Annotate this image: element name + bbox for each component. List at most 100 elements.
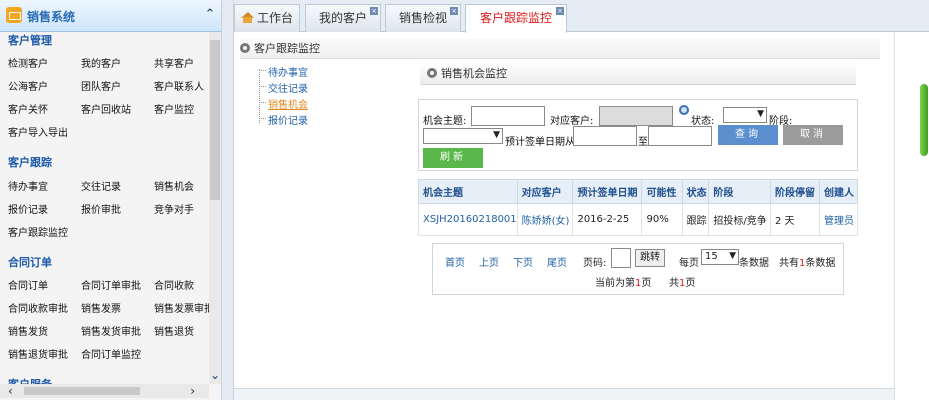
tab-my-customer[interactable]: 我的客户 × [305,4,381,32]
sidebar-item-recycle[interactable]: 客户回收站 [81,101,131,116]
sidebar-header: 销售系统 ⌃ [0,0,221,32]
tree-tick [259,118,266,119]
cell-topic-link[interactable]: XSJH20160218001 [418,203,518,236]
per-page-select[interactable]: 15 ▼ [701,249,739,265]
sidebar-item-tracking-monitor[interactable]: 客户跟踪监控 [8,224,68,239]
sidebar-item-invoice-approval[interactable]: 销售发票审批 [154,300,209,315]
tree-item-todo[interactable]: 待办事宜 [268,64,308,79]
sidebar-item-sales-opportunity[interactable]: 销售机会 [154,178,194,193]
col-stage-days: 阶段停留 [769,179,821,204]
col-expected-date: 预计签单日期 [572,179,643,204]
date-label: 预计签单日期从 [505,137,575,148]
chevron-right-icon[interactable]: › [190,384,195,398]
topic-input[interactable] [471,106,545,126]
total-records: 共有1条数据 [779,258,836,269]
sidebar-item-competitor[interactable]: 竞争对手 [154,201,194,216]
sidebar-menu: 客户管理 检测客户 我的客户 共享客户 公海客户 团队客户 客户联系人 客户关怀… [0,32,209,384]
customer-input[interactable] [599,106,673,126]
section-customer-service[interactable]: 客户服务 [8,376,52,384]
gear-icon [240,43,250,53]
tab-bar: 工作台 我的客户 × 销售检视 × 客户跟踪监控 × [234,0,929,33]
sidebar-item-contacts[interactable]: 客户联系人 [154,78,204,93]
sidebar-vertical-scrollbar[interactable]: ⌄ [209,32,221,384]
sidebar-item-shipping[interactable]: 销售发货 [8,323,48,338]
opportunity-table: 机会主题 对应客户 预计签单日期 可能性 状态 阶段 阶段停留 创建人 XSJH… [418,179,858,236]
prev-page-link[interactable]: 上页 [479,254,499,269]
chevron-down-icon[interactable]: ⌄ [209,368,221,382]
collapse-up-icon[interactable]: ⌃ [203,8,217,22]
right-panel [894,32,929,400]
sidebar-horizontal-scrollbar[interactable]: ‹ › [0,384,209,398]
sidebar-item-shipping-approval[interactable]: 销售发货审批 [81,323,141,338]
sidebar-item-quote-approval[interactable]: 报价审批 [81,201,121,216]
sidebar-item-contract-order[interactable]: 合同订单 [8,277,48,292]
sidebar-item-quote-log[interactable]: 报价记录 [8,201,48,216]
sidebar-splitter[interactable] [222,0,234,400]
tab-workbench[interactable]: 工作台 [234,4,300,32]
query-button[interactable]: 查询 [718,125,778,145]
cell-creator-link[interactable]: 管理员 [819,203,858,236]
status-bar [234,388,894,400]
status-select[interactable]: ▼ [723,107,767,123]
cell-expected-date: 2016-2-25 [572,203,643,236]
sidebar-item-return-approval[interactable]: 销售退货审批 [8,346,68,361]
sidebar-item-team-customer[interactable]: 团队客户 [81,78,121,93]
sidebar-item-public-customer[interactable]: 公海客户 [8,78,48,93]
sidebar-item-todo[interactable]: 待办事宜 [8,178,48,193]
to-label: 至 [638,137,648,148]
col-creator: 创建人 [819,179,858,204]
pagination: 首页 上页 下页 尾页 页码: 跳转 每页 15 ▼ 条数据 共有1条数据 当前… [432,243,844,295]
breadcrumb: 客户跟踪监控 [240,39,880,59]
tree-tick [259,86,266,87]
hscroll-thumb[interactable] [24,387,140,395]
last-page-link[interactable]: 尾页 [547,254,567,269]
page-number-input[interactable] [611,248,631,268]
tree-item-sales-opportunity[interactable]: 销售机会 [268,96,308,111]
refresh-button[interactable]: 刷新 [423,148,483,168]
date-from-input[interactable] [573,126,637,146]
sidebar: 销售系统 ⌃ 客户管理 检测客户 我的客户 共享客户 公海客户 团队客户 客户联… [0,0,222,400]
sidebar-item-my-customer[interactable]: 我的客户 [81,55,121,70]
sales-system-icon [6,7,22,23]
per-page-unit: 条数据 [739,258,769,269]
sidebar-title: 销售系统 [27,10,76,24]
jump-button[interactable]: 跳转 [635,249,665,267]
section-customer-mgmt[interactable]: 客户管理 [8,32,52,48]
close-icon[interactable]: × [450,7,458,15]
sidebar-item-care[interactable]: 客户关怀 [8,101,48,116]
sidebar-item-contract-payment[interactable]: 合同收款 [154,277,194,292]
section-contract-order[interactable]: 合同订单 [8,254,52,270]
tree-item-contact-log[interactable]: 交往记录 [268,80,308,95]
cell-customer-link[interactable]: 陈娇娇(女) [516,203,574,236]
sidebar-item-monitor[interactable]: 客户监控 [154,101,194,116]
close-icon[interactable]: × [370,7,378,15]
search-form: 机会主题: 对应客户: 状态: ▼ 阶段: ▼ 预计签单日期从 至 查询 取消 … [418,99,858,171]
scroll-indicator[interactable] [920,84,928,156]
sidebar-item-contact-log[interactable]: 交往记录 [81,178,121,193]
section-customer-tracking[interactable]: 客户跟踪 [8,154,52,170]
chevron-left-icon[interactable]: ‹ [8,384,13,398]
sidebar-item-payment-approval[interactable]: 合同收款审批 [8,300,68,315]
cancel-button[interactable]: 取消 [783,125,843,145]
sidebar-item-return[interactable]: 销售退货 [154,323,194,338]
close-icon[interactable]: × [556,7,564,15]
scroll-thumb[interactable] [210,40,220,200]
tab-tracking-monitor[interactable]: 客户跟踪监控 × [465,4,567,33]
chevron-down-icon: ▼ [729,251,736,261]
first-page-link[interactable]: 首页 [445,254,465,269]
cell-stage-days: 2 天 [769,203,821,236]
tab-sales-review[interactable]: 销售检视 × [385,4,461,32]
sidebar-item-import-export[interactable]: 客户导入导出 [8,124,68,139]
sidebar-item-sales-invoice[interactable]: 销售发票 [81,300,121,315]
col-stage: 阶段 [708,179,771,204]
tree-item-quote-log[interactable]: 报价记录 [268,112,308,127]
sidebar-item-contract-monitor[interactable]: 合同订单监控 [81,346,141,361]
extra-select[interactable]: ▼ [423,128,503,144]
date-to-input[interactable] [648,126,712,146]
sidebar-item-shared-customer[interactable]: 共享客户 [154,55,194,70]
search-icon[interactable] [679,105,689,115]
sidebar-item-detect-customer[interactable]: 检测客户 [8,55,48,70]
next-page-link[interactable]: 下页 [513,254,533,269]
cell-probability: 90% [641,203,683,236]
sidebar-item-contract-approval[interactable]: 合同订单审批 [81,277,141,292]
